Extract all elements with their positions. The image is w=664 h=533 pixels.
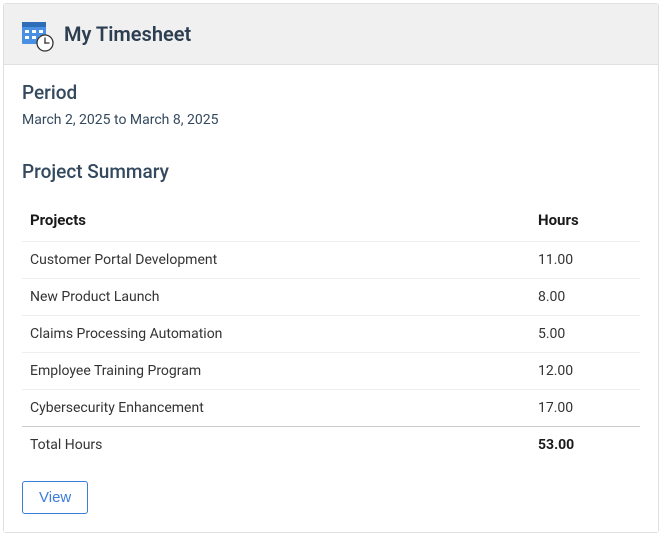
table-row: Employee Training Program 12.00 [22, 353, 640, 390]
timesheet-icon [20, 18, 52, 50]
project-name: New Product Launch [22, 279, 530, 316]
table-row: Cybersecurity Enhancement 17.00 [22, 390, 640, 427]
project-name: Employee Training Program [22, 353, 530, 390]
table-row: Claims Processing Automation 5.00 [22, 316, 640, 353]
summary-title: Project Summary [22, 160, 640, 183]
project-hours: 12.00 [530, 353, 640, 390]
total-hours: 53.00 [530, 427, 640, 464]
col-hours: Hours [530, 201, 640, 242]
card-header: My Timesheet [4, 4, 658, 65]
card-body: Period March 2, 2025 to March 8, 2025 Pr… [4, 65, 658, 532]
project-hours: 11.00 [530, 242, 640, 279]
total-label: Total Hours [22, 427, 530, 464]
project-name: Claims Processing Automation [22, 316, 530, 353]
period-text: March 2, 2025 to March 8, 2025 [22, 112, 640, 128]
col-projects: Projects [22, 201, 530, 242]
table-row: Customer Portal Development 11.00 [22, 242, 640, 279]
project-name: Customer Portal Development [22, 242, 530, 279]
project-hours: 5.00 [530, 316, 640, 353]
project-name: Cybersecurity Enhancement [22, 390, 530, 427]
total-row: Total Hours 53.00 [22, 427, 640, 464]
table-row: New Product Launch 8.00 [22, 279, 640, 316]
project-hours: 8.00 [530, 279, 640, 316]
project-hours: 17.00 [530, 390, 640, 427]
card-title: My Timesheet [64, 22, 191, 46]
project-summary-table: Projects Hours Customer Portal Developme… [22, 201, 640, 463]
view-button[interactable]: View [22, 481, 88, 514]
timesheet-card: My Timesheet Period March 2, 2025 to Mar… [3, 3, 659, 533]
period-label: Period [22, 81, 640, 104]
